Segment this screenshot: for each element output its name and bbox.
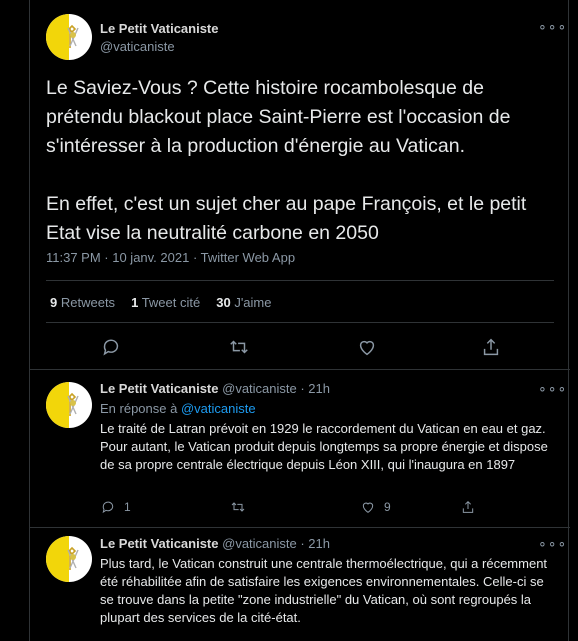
papal-keys-icon (67, 24, 79, 48)
reply-action[interactable]: 1 (100, 498, 131, 516)
reply-text: Le traité de Latran prévoit en 1929 le r… (100, 421, 548, 472)
author-handle[interactable]: @vaticaniste · 21h (222, 381, 330, 396)
quotes-label: Tweet cité (141, 295, 201, 310)
more-icon[interactable]: ∘∘∘ (538, 535, 567, 552)
more-icon[interactable]: ∘∘∘ (538, 18, 567, 35)
share-action[interactable] (460, 498, 484, 516)
avatar[interactable] (46, 14, 92, 60)
reply-header: Le Petit Vaticaniste @vaticaniste · 21h (100, 381, 330, 396)
reply-text: Plus tard, le Vatican construit une cent… (100, 556, 548, 625)
like-action[interactable]: 9 (360, 498, 391, 516)
avatar[interactable] (46, 382, 92, 428)
retweet-action[interactable] (230, 498, 254, 516)
tweet-timestamp[interactable]: 11:37 PM · 10 janv. 2021 · Twitter Web A… (46, 250, 295, 265)
in-reply-to: En réponse à @vaticaniste (100, 401, 256, 416)
timeline-column: Le Petit Vaticaniste @vaticaniste ∘∘∘ Le… (29, 0, 570, 641)
author-handle[interactable]: @vaticaniste · 21h (222, 536, 330, 551)
tweet-text: Le Saviez-Vous ? Cette histoire rocambol… (46, 77, 527, 244)
like-icon[interactable] (356, 336, 378, 358)
author-handle[interactable]: @vaticaniste (100, 39, 175, 54)
tweet-stats: 9 Retweets 1 Tweet cité 30 J'aime (50, 295, 287, 310)
divider (46, 280, 554, 281)
in-reply-prefix: En réponse à (100, 401, 178, 416)
retweet-icon (231, 502, 245, 512)
like-count: 9 (384, 500, 391, 514)
share-icon (462, 500, 474, 513)
likes-label: J'aime (234, 295, 272, 310)
share-icon[interactable] (480, 336, 502, 358)
reply-icon (102, 501, 114, 514)
reply-header: Le Petit Vaticaniste @vaticaniste · 21h (100, 536, 330, 551)
tweet-actions (30, 330, 570, 366)
author-name[interactable]: Le Petit Vaticaniste (100, 21, 219, 36)
reply-tweet[interactable]: Le Petit Vaticaniste @vaticaniste · 21h … (30, 370, 570, 528)
reply-icon[interactable] (100, 336, 122, 358)
like-icon (362, 502, 374, 513)
retweets-count: 9 (50, 295, 58, 310)
main-tweet: Le Petit Vaticaniste @vaticaniste ∘∘∘ Le… (30, 0, 570, 370)
divider (46, 322, 554, 323)
papal-keys-icon (67, 546, 79, 570)
in-reply-handle-link[interactable]: @vaticaniste (181, 401, 256, 416)
author-name[interactable]: Le Petit Vaticaniste (100, 381, 219, 396)
author-name[interactable]: Le Petit Vaticaniste (100, 536, 219, 551)
reply-tweet[interactable]: Le Petit Vaticaniste @vaticaniste · 21h … (30, 528, 570, 641)
papal-keys-icon (67, 392, 79, 416)
reply-count: 1 (124, 500, 131, 514)
quotes-count: 1 (131, 295, 139, 310)
quotes-stat[interactable]: 1 Tweet cité (131, 295, 200, 310)
retweet-icon[interactable] (228, 336, 250, 358)
more-icon[interactable]: ∘∘∘ (538, 380, 567, 397)
retweets-stat[interactable]: 9 Retweets (50, 295, 115, 310)
likes-count: 30 (216, 295, 231, 310)
avatar[interactable] (46, 536, 92, 582)
retweets-label: Retweets (60, 295, 116, 310)
likes-stat[interactable]: 30 J'aime (216, 295, 271, 310)
